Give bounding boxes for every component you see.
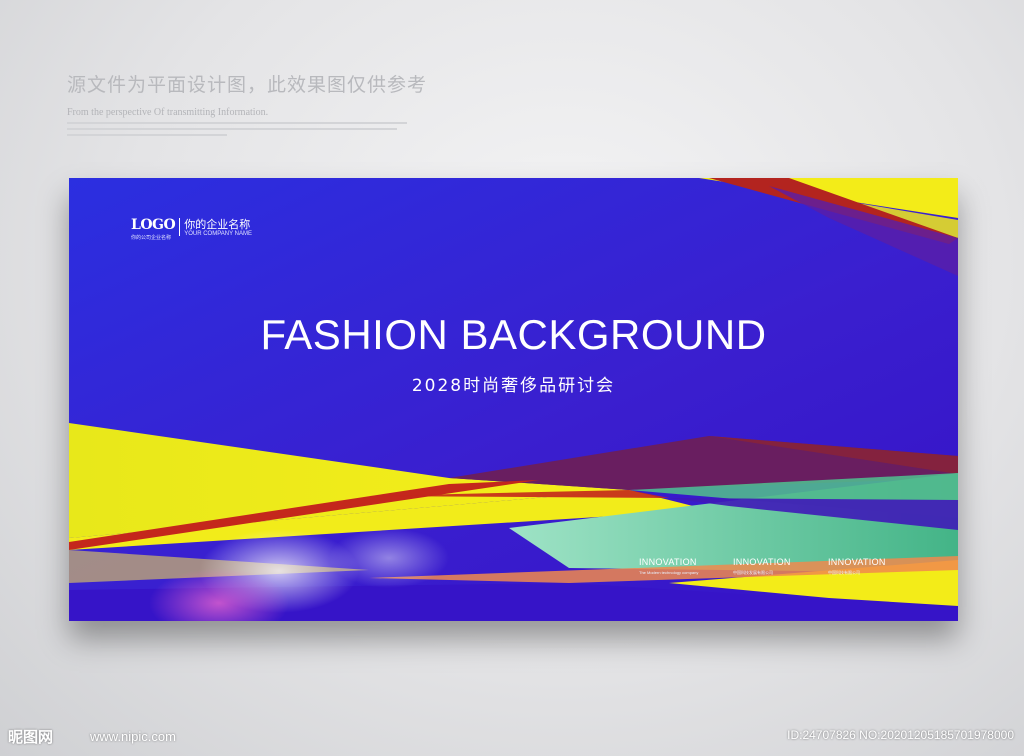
disclaimer-en: From the perspective Of transmitting Inf…	[67, 107, 269, 118]
innovation-desc: 中国科技发展有限公司	[733, 570, 773, 575]
site-watermark-logo: 昵图网	[8, 728, 54, 746]
fine-print-line	[67, 134, 227, 136]
innovation-desc: 中国科技有限公司	[828, 570, 860, 575]
site-watermark-url: www.nipic.com	[90, 729, 176, 744]
innovation-block: INNOVATION The Modern technology company	[639, 557, 713, 575]
innovation-heading: INNOVATION	[733, 557, 791, 567]
logo-mark: LOGO	[131, 217, 176, 233]
disclaimer-fine-print	[67, 122, 427, 136]
glow	[329, 528, 449, 588]
fine-print-line	[67, 128, 397, 130]
company-name: 你的企业名称	[184, 218, 251, 231]
innovation-block: INNOVATION 中国科技有限公司	[828, 557, 902, 575]
disclaimer: 源文件为平面设计图，此效果图仅供参考 From the perspective …	[67, 70, 427, 140]
innovation-block: INNOVATION 中国科技发展有限公司	[733, 557, 807, 575]
banner-artwork	[69, 178, 958, 621]
banner-subtitle: 2028时尚奢侈品研讨会	[411, 376, 616, 396]
banner-title: FASHION BACKGROUND	[260, 311, 767, 358]
innovation-desc: The Modern technology company	[639, 570, 699, 575]
fashion-banner: LOGO 你的公司企业名称 你的企业名称 YOUR COMPANY NAME F…	[69, 178, 958, 621]
company-name-en: YOUR COMPANY NAME	[184, 231, 252, 237]
image-id-watermark: ID:24707826 NO:20201205185701978000	[787, 728, 1014, 742]
disclaimer-cn: 源文件为平面设计图，此效果图仅供参考	[67, 74, 428, 96]
logo-separator	[179, 218, 181, 236]
logo-mark-sub: 你的公司企业名称	[131, 235, 172, 241]
innovation-heading: INNOVATION	[828, 557, 886, 567]
fine-print-line	[67, 122, 407, 124]
innovation-heading: INNOVATION	[639, 557, 697, 567]
company-logo: LOGO 你的公司企业名称 你的企业名称 YOUR COMPANY NAME	[131, 218, 252, 241]
